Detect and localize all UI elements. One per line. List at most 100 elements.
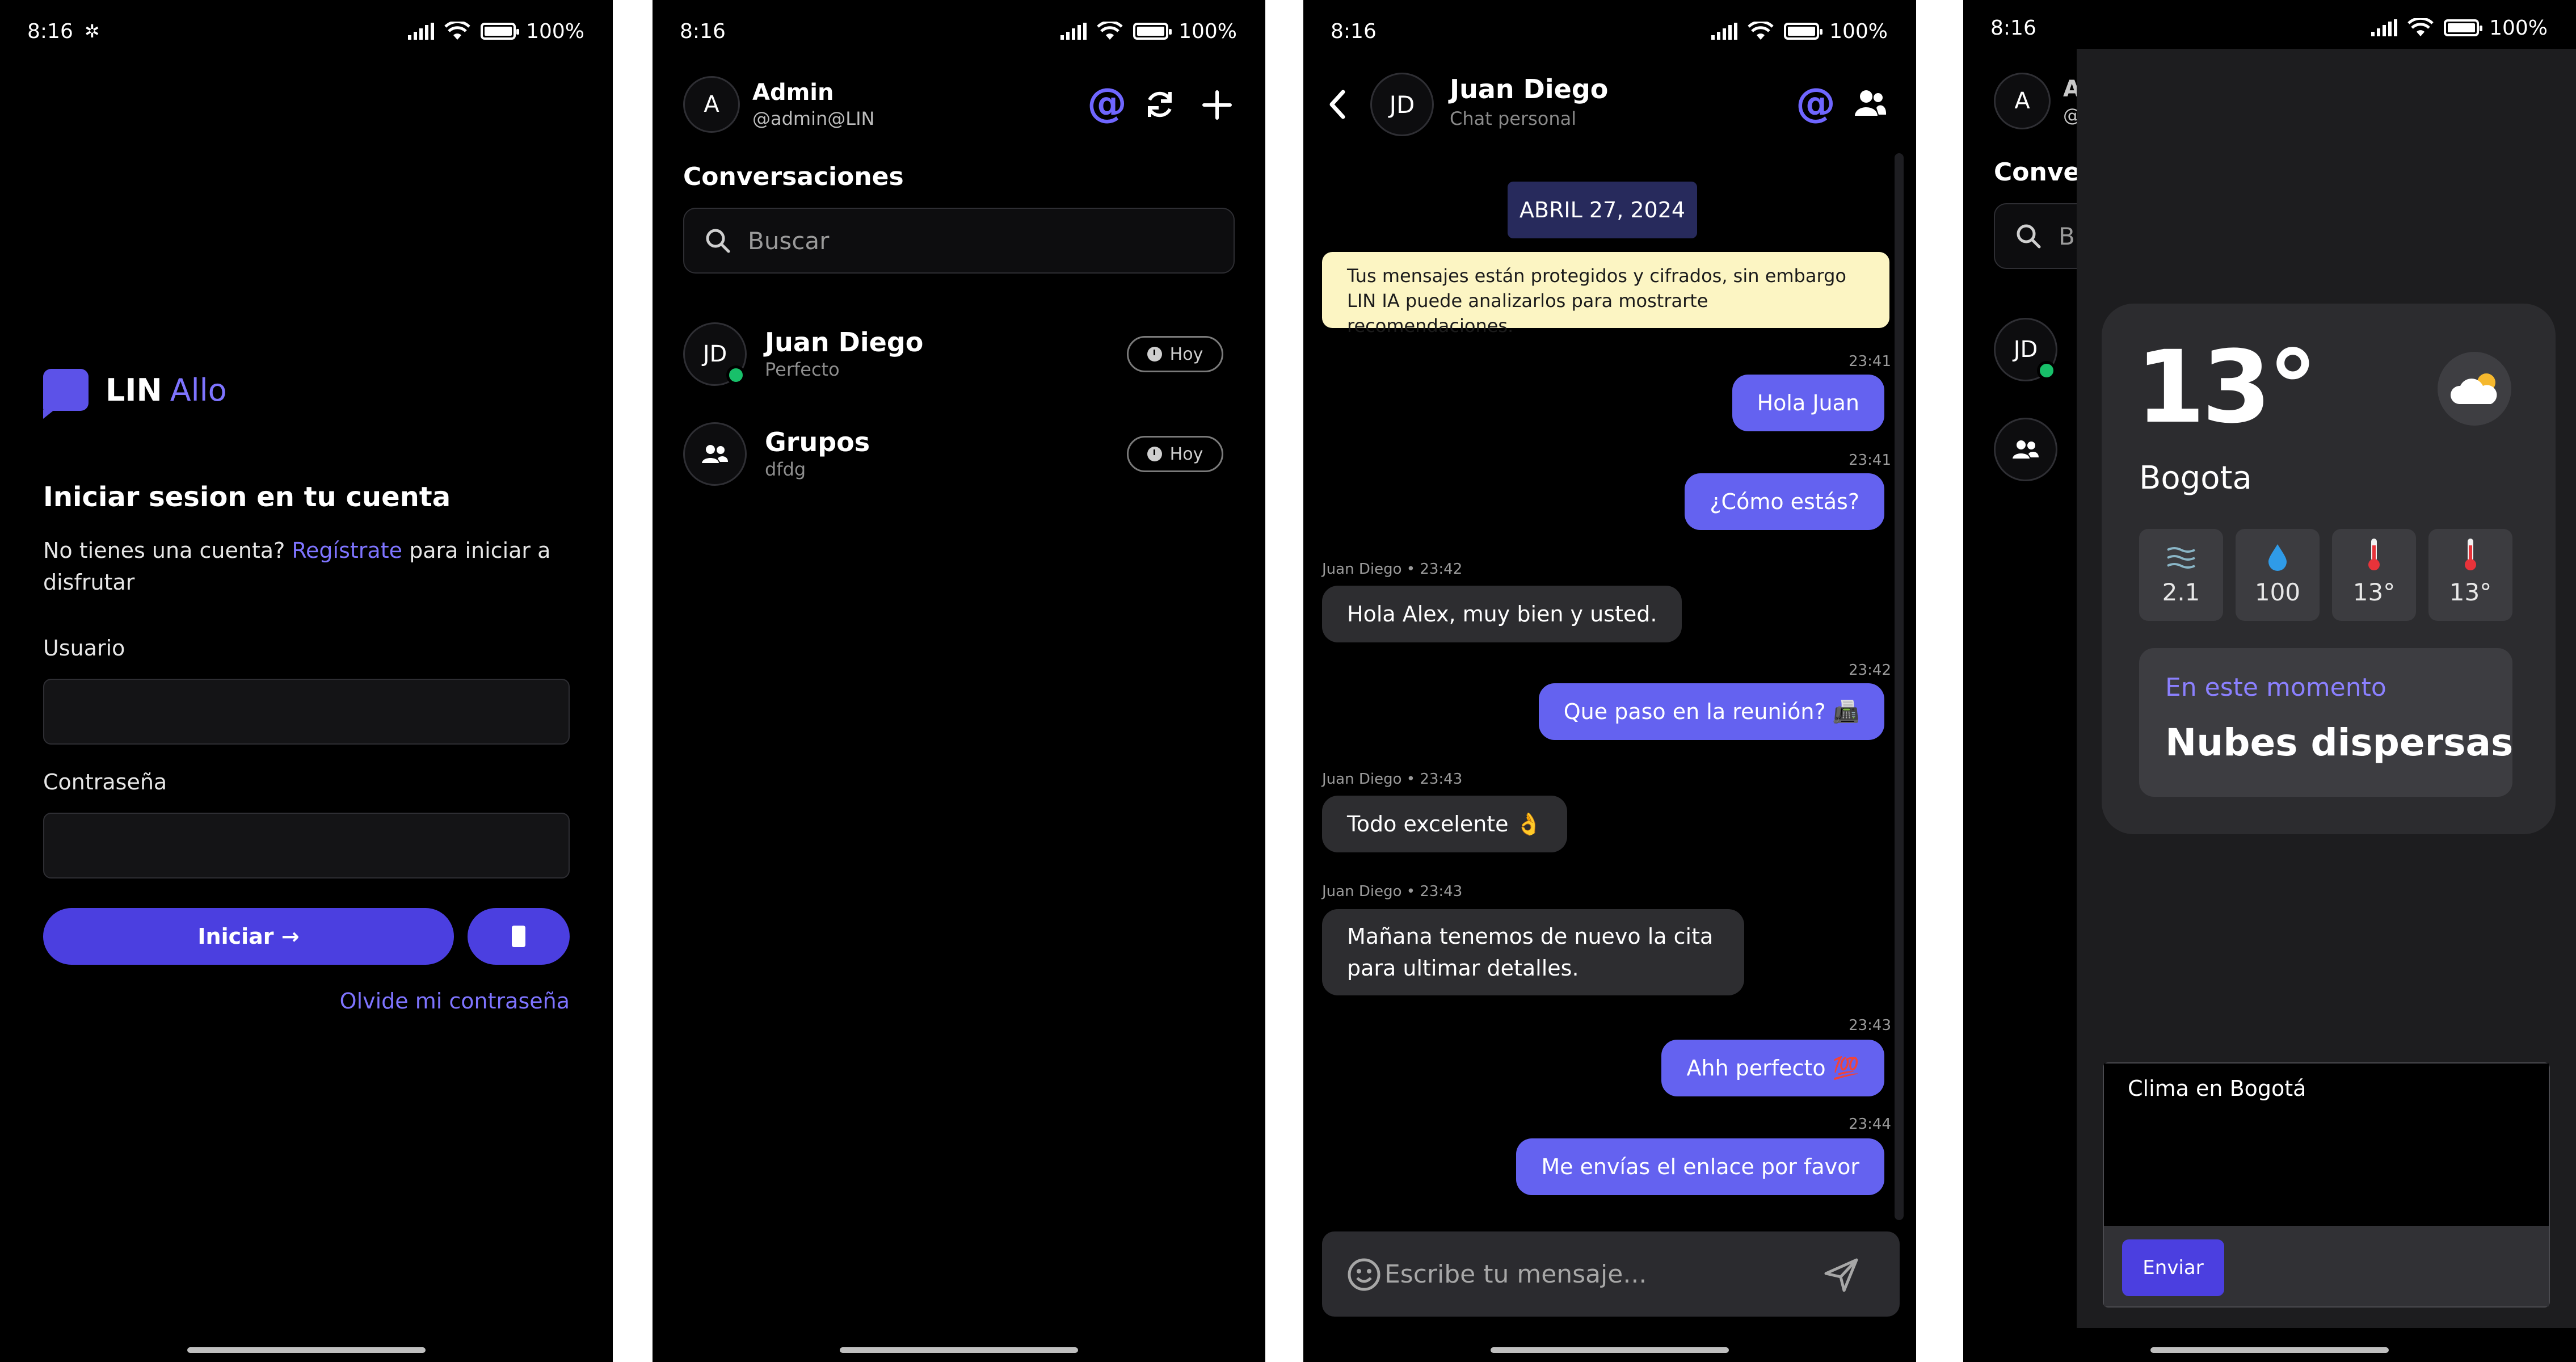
emoji-icon[interactable] bbox=[1347, 1258, 1381, 1292]
message-meta: Juan Diego • 23:43 bbox=[1322, 883, 1463, 900]
battery-level: 100% bbox=[526, 19, 584, 43]
temp-max-stat: 13° bbox=[2428, 529, 2512, 621]
signal-icon bbox=[1060, 23, 1087, 40]
signup-prompt: No tienes una cuenta? Regístrate para in… bbox=[43, 535, 554, 598]
search-input[interactable]: Buscar bbox=[683, 208, 1235, 274]
wind-value: 2.1 bbox=[2162, 578, 2200, 606]
message-input[interactable]: Escribe tu mensaje... bbox=[1322, 1231, 1900, 1317]
time-badge: Hoy bbox=[1127, 336, 1223, 372]
send-icon[interactable] bbox=[1824, 1258, 1859, 1292]
outgoing-message[interactable]: ¿Cómo estás? bbox=[1685, 473, 1884, 530]
conversations-screen: 8:16 100% A Admin @admin@LIN @ Conversac… bbox=[653, 0, 1265, 1362]
group-avatar bbox=[683, 422, 747, 486]
chat-screen: 8:16 100% JD Juan Diego Chat personal @ … bbox=[1303, 0, 1916, 1362]
group-members-icon[interactable] bbox=[1854, 89, 1887, 117]
wifi-icon bbox=[2407, 18, 2434, 36]
battery-level: 100% bbox=[1829, 19, 1888, 43]
login-screen: 8:16 ✲ 100% LIN Allo Iniciar sesion en t… bbox=[0, 0, 613, 1362]
date-divider: ABRIL 27, 2024 bbox=[1508, 182, 1697, 238]
online-indicator bbox=[2037, 361, 2056, 380]
contact-avatar[interactable]: JD bbox=[1370, 73, 1434, 136]
home-indicator[interactable] bbox=[840, 1347, 1078, 1353]
incoming-message[interactable]: Todo excelente 👌 bbox=[1322, 796, 1567, 852]
conversation-name: Grupos bbox=[765, 427, 870, 457]
status-icons: 100% bbox=[1060, 20, 1237, 43]
outgoing-message[interactable]: Ahh perfecto 💯 bbox=[1661, 1040, 1884, 1096]
temp-min-value: 13° bbox=[2352, 578, 2396, 606]
battery-icon bbox=[1784, 23, 1823, 40]
message-meta: Juan Diego • 23:42 bbox=[1322, 561, 1463, 578]
signup-link[interactable]: Regístrate bbox=[292, 538, 402, 563]
status-time: 8:16 bbox=[1331, 19, 1377, 43]
chat-contact-name: Juan Diego bbox=[1450, 74, 1609, 104]
time-badge: Hoy bbox=[1127, 436, 1223, 472]
home-indicator[interactable] bbox=[187, 1347, 426, 1353]
search-icon bbox=[706, 229, 730, 253]
search-icon bbox=[2017, 224, 2041, 249]
battery-level: 100% bbox=[2489, 16, 2548, 40]
current-conditions-value: Nubes dispersas bbox=[2165, 721, 2514, 764]
encryption-notice: Tus mensajes están protegidos y cifrados… bbox=[1322, 252, 1889, 337]
section-title: Conversaciones bbox=[683, 162, 904, 191]
incoming-message[interactable]: Mañana tenemos de nuevo la cita para ult… bbox=[1322, 909, 1744, 995]
message-meta: Juan Diego • 23:43 bbox=[1322, 771, 1463, 788]
settings-status-icon: ✲ bbox=[84, 20, 100, 42]
message-meta: 23:41 bbox=[1849, 452, 1891, 469]
message-meta: 23:44 bbox=[1849, 1116, 1891, 1133]
user-avatar[interactable]: A bbox=[683, 76, 740, 133]
status-bar: 8:16 100% bbox=[1990, 14, 2548, 42]
mention-icon[interactable]: @ bbox=[1796, 83, 1836, 123]
outgoing-message[interactable]: Me envías el enlace por favor bbox=[1516, 1138, 1884, 1195]
login-title: Iniciar sesion en tu cuenta bbox=[43, 481, 451, 513]
forgot-password-link[interactable]: Olvide mi contraseña bbox=[340, 989, 570, 1014]
signal-icon bbox=[2371, 19, 2398, 36]
phone-login-button[interactable] bbox=[468, 908, 570, 965]
send-button[interactable]: Enviar bbox=[2122, 1239, 2224, 1296]
humidity-value: 100 bbox=[2254, 578, 2301, 606]
password-field[interactable] bbox=[43, 813, 570, 878]
back-arrow-icon[interactable] bbox=[1325, 87, 1350, 121]
status-icons: 100% bbox=[2371, 16, 2548, 40]
refresh-icon[interactable] bbox=[1143, 87, 1177, 121]
time-badge-label: Hoy bbox=[1169, 344, 1203, 364]
incoming-message[interactable]: Hola Alex, muy bien y usted. bbox=[1322, 586, 1682, 642]
status-bar: 8:16 100% bbox=[680, 17, 1237, 45]
wifi-icon bbox=[1097, 22, 1123, 40]
brand-name-lin: LIN bbox=[106, 372, 162, 408]
outgoing-message[interactable]: Hola Juan bbox=[1732, 375, 1884, 431]
username-field[interactable] bbox=[43, 679, 570, 745]
home-indicator[interactable] bbox=[1491, 1347, 1729, 1353]
weather-icon-badge bbox=[2438, 352, 2511, 426]
message-meta: 23:43 bbox=[1849, 1017, 1891, 1034]
online-indicator bbox=[726, 365, 746, 385]
battery-icon bbox=[1133, 23, 1172, 40]
conversation-name: Juan Diego bbox=[765, 327, 924, 358]
status-time: 8:16 bbox=[1990, 16, 2036, 40]
outgoing-message[interactable]: Que paso en la reunión? 📠 bbox=[1538, 683, 1884, 740]
message-meta: 23:41 bbox=[1849, 353, 1891, 370]
wind-icon bbox=[2167, 547, 2195, 569]
status-time: 8:16 bbox=[680, 19, 726, 43]
wind-stat: 2.1 bbox=[2139, 529, 2223, 621]
password-label: Contraseña bbox=[43, 770, 167, 794]
login-button[interactable]: Iniciar → bbox=[43, 908, 454, 965]
message-meta: 23:42 bbox=[1849, 662, 1891, 679]
status-time: 8:16 bbox=[27, 19, 73, 43]
group-avatar bbox=[1994, 418, 2057, 481]
current-conditions-label: En este momento bbox=[2165, 673, 2386, 702]
conversation-preview: Perfecto bbox=[765, 359, 840, 380]
thermometer-icon bbox=[2465, 539, 2476, 570]
city-name: Bogota bbox=[2139, 460, 2252, 497]
clock-icon bbox=[1147, 447, 1162, 461]
battery-icon bbox=[481, 23, 520, 40]
temp-min-stat: 13° bbox=[2332, 529, 2416, 621]
scrollbar[interactable] bbox=[1895, 153, 1904, 1220]
brand-name-allo: Allo bbox=[170, 372, 227, 408]
time-badge-label: Hoy bbox=[1169, 444, 1203, 464]
mention-icon[interactable]: @ bbox=[1087, 83, 1127, 123]
signal-icon bbox=[1711, 23, 1738, 40]
home-indicator[interactable] bbox=[2150, 1347, 2389, 1353]
add-icon[interactable] bbox=[1202, 90, 1232, 120]
battery-icon bbox=[2444, 19, 2483, 36]
group-icon bbox=[702, 445, 728, 463]
